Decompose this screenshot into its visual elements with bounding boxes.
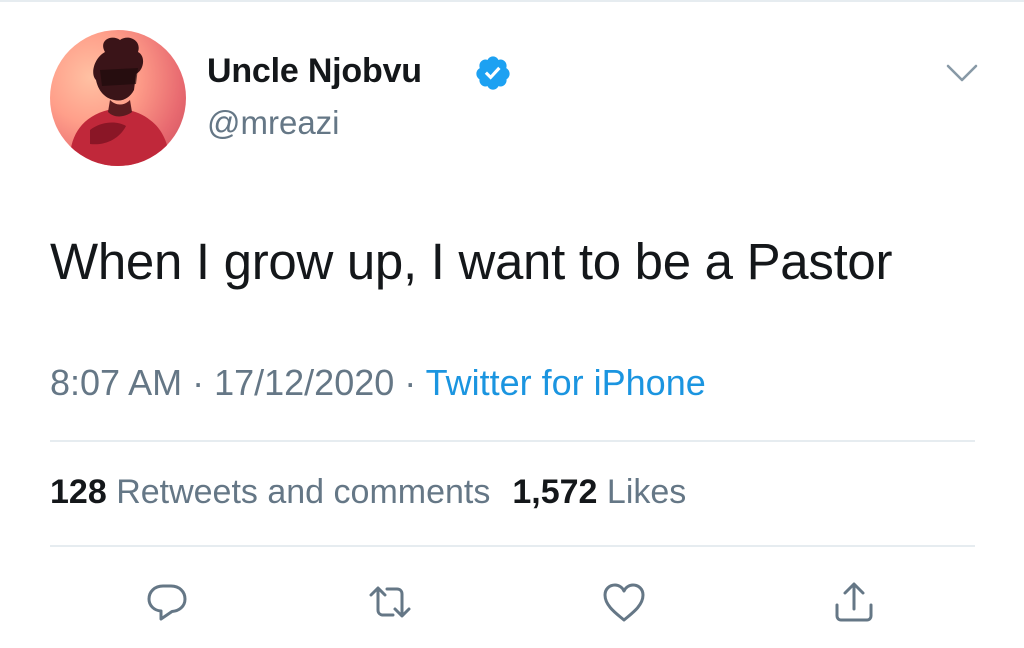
chevron-down-icon[interactable] <box>942 60 982 86</box>
tweet-stats: 128 Retweets and comments 1,572 Likes <box>50 473 686 512</box>
retweet-button[interactable] <box>366 578 414 626</box>
likes-label: Likes <box>606 473 687 511</box>
avatar[interactable] <box>50 30 186 166</box>
reply-icon <box>147 584 187 621</box>
like-button[interactable] <box>600 578 648 626</box>
meta-separator: · <box>394 362 426 403</box>
likes-count: 1,572 <box>512 473 598 511</box>
author-name[interactable]: Uncle Njobvu <box>207 52 422 91</box>
meta-separator: · <box>182 362 215 403</box>
tweet-text: When I grow up, I want to be a Pastor <box>50 233 893 290</box>
divider <box>50 545 975 547</box>
likes-stat[interactable]: 1,572 Likes <box>512 473 686 511</box>
tweet-date[interactable]: 17/12/2020 <box>214 362 394 403</box>
tweet-meta: 8:07 AM · 17/12/2020 · Twitter for iPhon… <box>50 362 706 404</box>
retweet-icon <box>369 586 411 618</box>
tweet-source-link[interactable]: Twitter for iPhone <box>426 362 706 403</box>
divider <box>50 440 975 442</box>
share-button[interactable] <box>830 578 878 626</box>
retweets-label: Retweets and comments <box>116 473 491 511</box>
author-handle[interactable]: @mreazi <box>207 104 340 142</box>
share-icon <box>835 582 873 622</box>
reply-button[interactable] <box>143 578 191 626</box>
top-divider <box>0 0 1024 2</box>
avatar-image <box>69 37 170 166</box>
verified-badge-icon <box>476 56 510 90</box>
retweets-count: 128 <box>50 473 107 511</box>
like-icon <box>603 583 645 622</box>
retweets-stat[interactable]: 128 Retweets and comments <box>50 473 490 511</box>
tweet-time[interactable]: 8:07 AM <box>50 362 182 403</box>
